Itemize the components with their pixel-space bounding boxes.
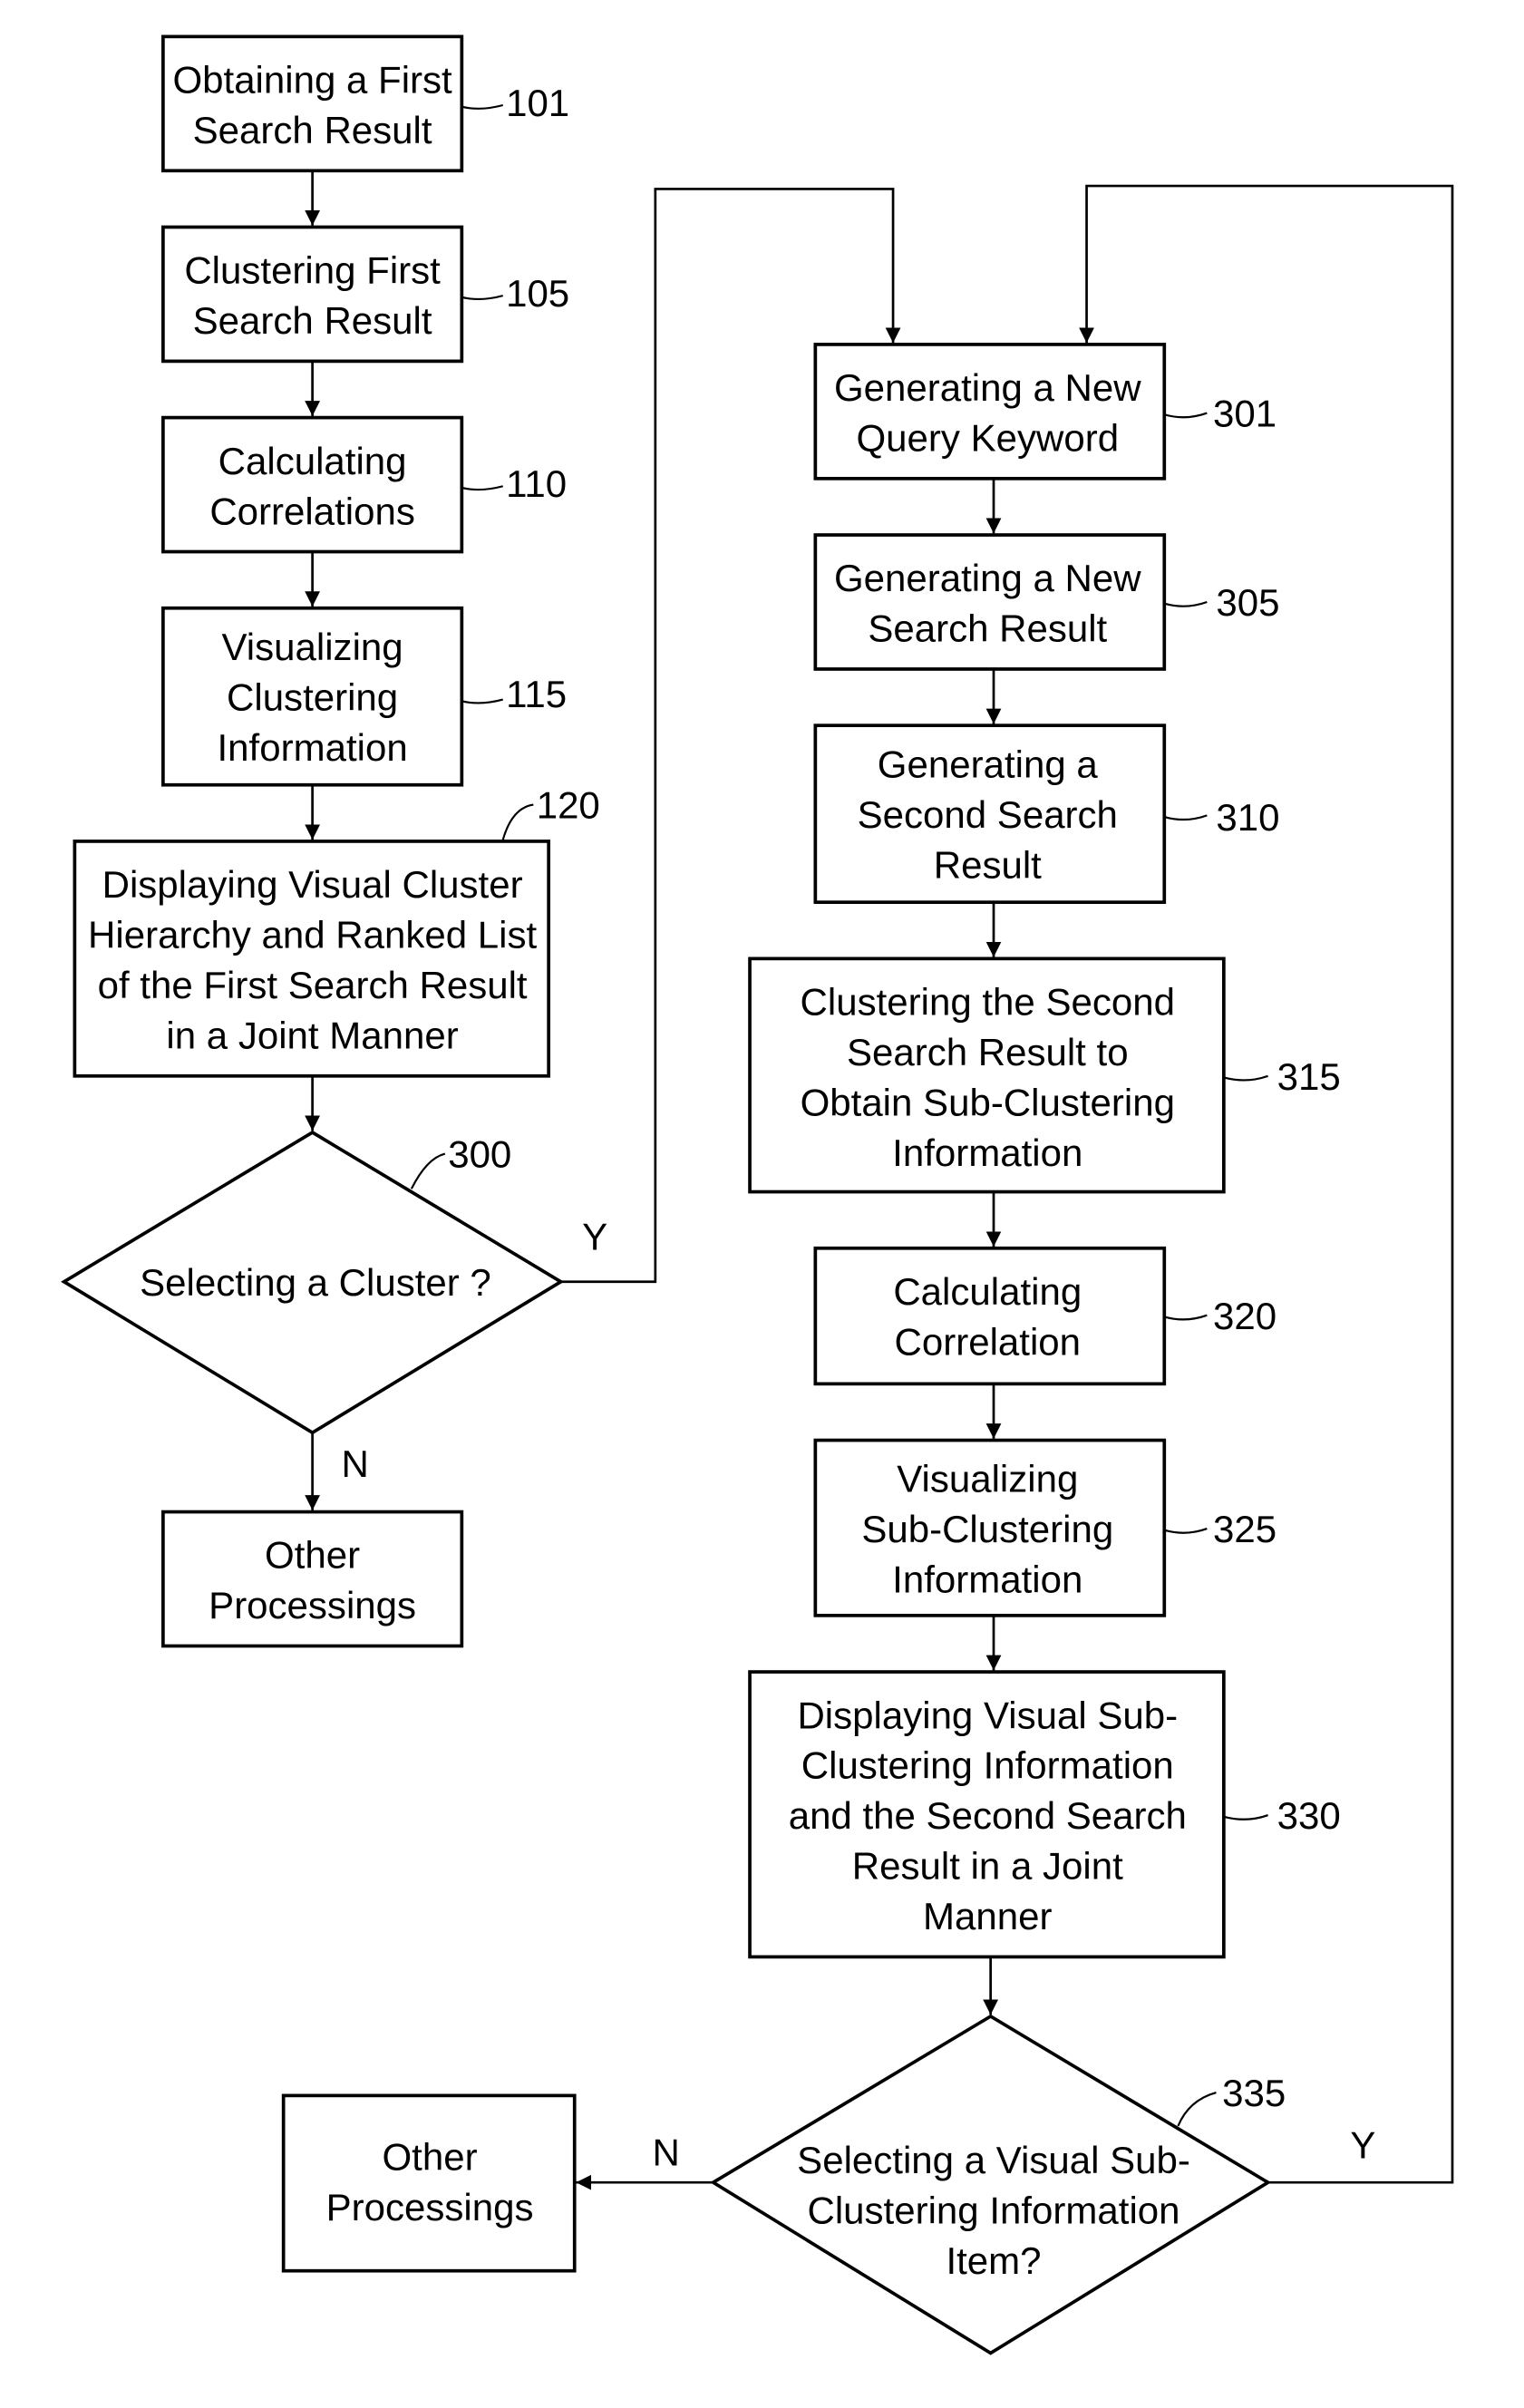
ref-number: 320 bbox=[1213, 1295, 1276, 1337]
ref-number: 315 bbox=[1277, 1055, 1341, 1098]
decision-300: Selecting a Cluster ? 300 Y N bbox=[61, 1130, 607, 1485]
ref-number: 330 bbox=[1277, 1794, 1341, 1837]
decision-label: Selecting a Cluster ? bbox=[140, 1261, 491, 1304]
node-320: Calculating Correlation 320 bbox=[813, 1246, 1276, 1386]
decision-335: Selecting a Visual Sub-Clustering Inform… bbox=[652, 2014, 1375, 2355]
node-325: Visualizing Sub-Clustering Information 325 bbox=[813, 1438, 1276, 1617]
ref-number: 120 bbox=[537, 784, 600, 827]
ref-number: 305 bbox=[1216, 581, 1279, 624]
node-label: Visualizing Clustering Information bbox=[218, 626, 408, 769]
ref-number: 105 bbox=[506, 272, 569, 315]
ref-number: 101 bbox=[506, 82, 569, 124]
ref-number: 115 bbox=[506, 673, 567, 715]
node-110: Calculating Correlations 110 bbox=[161, 415, 567, 554]
node-other-processings-1: Other Processings bbox=[161, 1510, 464, 1648]
ref-number: 110 bbox=[506, 462, 567, 505]
ref-number: 300 bbox=[448, 1133, 511, 1176]
node-other-processings-2: Other Processings bbox=[281, 2093, 577, 2273]
branch-no-label: N bbox=[342, 1442, 369, 1485]
node-label: Visualizing Sub-Clustering Information bbox=[861, 1458, 1113, 1601]
node-101: Obtaining a First Search Result 101 bbox=[161, 34, 569, 173]
ref-number: 325 bbox=[1213, 1508, 1276, 1550]
flowchart: Obtaining a First Search Result 101 Clust… bbox=[61, 34, 1454, 2355]
node-105: Clustering First Search Result 105 bbox=[161, 225, 569, 364]
ref-number: 335 bbox=[1222, 2072, 1286, 2114]
node-115: Visualizing Clustering Information 115 bbox=[161, 606, 567, 787]
node-315: Clustering the Second Search Result to Obt… bbox=[748, 956, 1341, 1194]
node-310: Generating a Second Search Result 310 bbox=[813, 723, 1280, 905]
branch-yes-label: Y bbox=[1350, 2123, 1375, 2166]
node-305: Generating a New Search Result 305 bbox=[813, 533, 1280, 671]
ref-number: 301 bbox=[1213, 393, 1276, 435]
node-301: Generating a New Query Keyword 301 bbox=[813, 343, 1276, 481]
node-120: Displaying Visual Cluster Hierarchy and R… bbox=[73, 784, 600, 1078]
branch-no-label: N bbox=[652, 2131, 679, 2174]
node-330: Displaying Visual Sub-Clustering Informa… bbox=[748, 1670, 1341, 1959]
branch-yes-label: Y bbox=[582, 1215, 607, 1257]
ref-number: 310 bbox=[1216, 796, 1279, 839]
